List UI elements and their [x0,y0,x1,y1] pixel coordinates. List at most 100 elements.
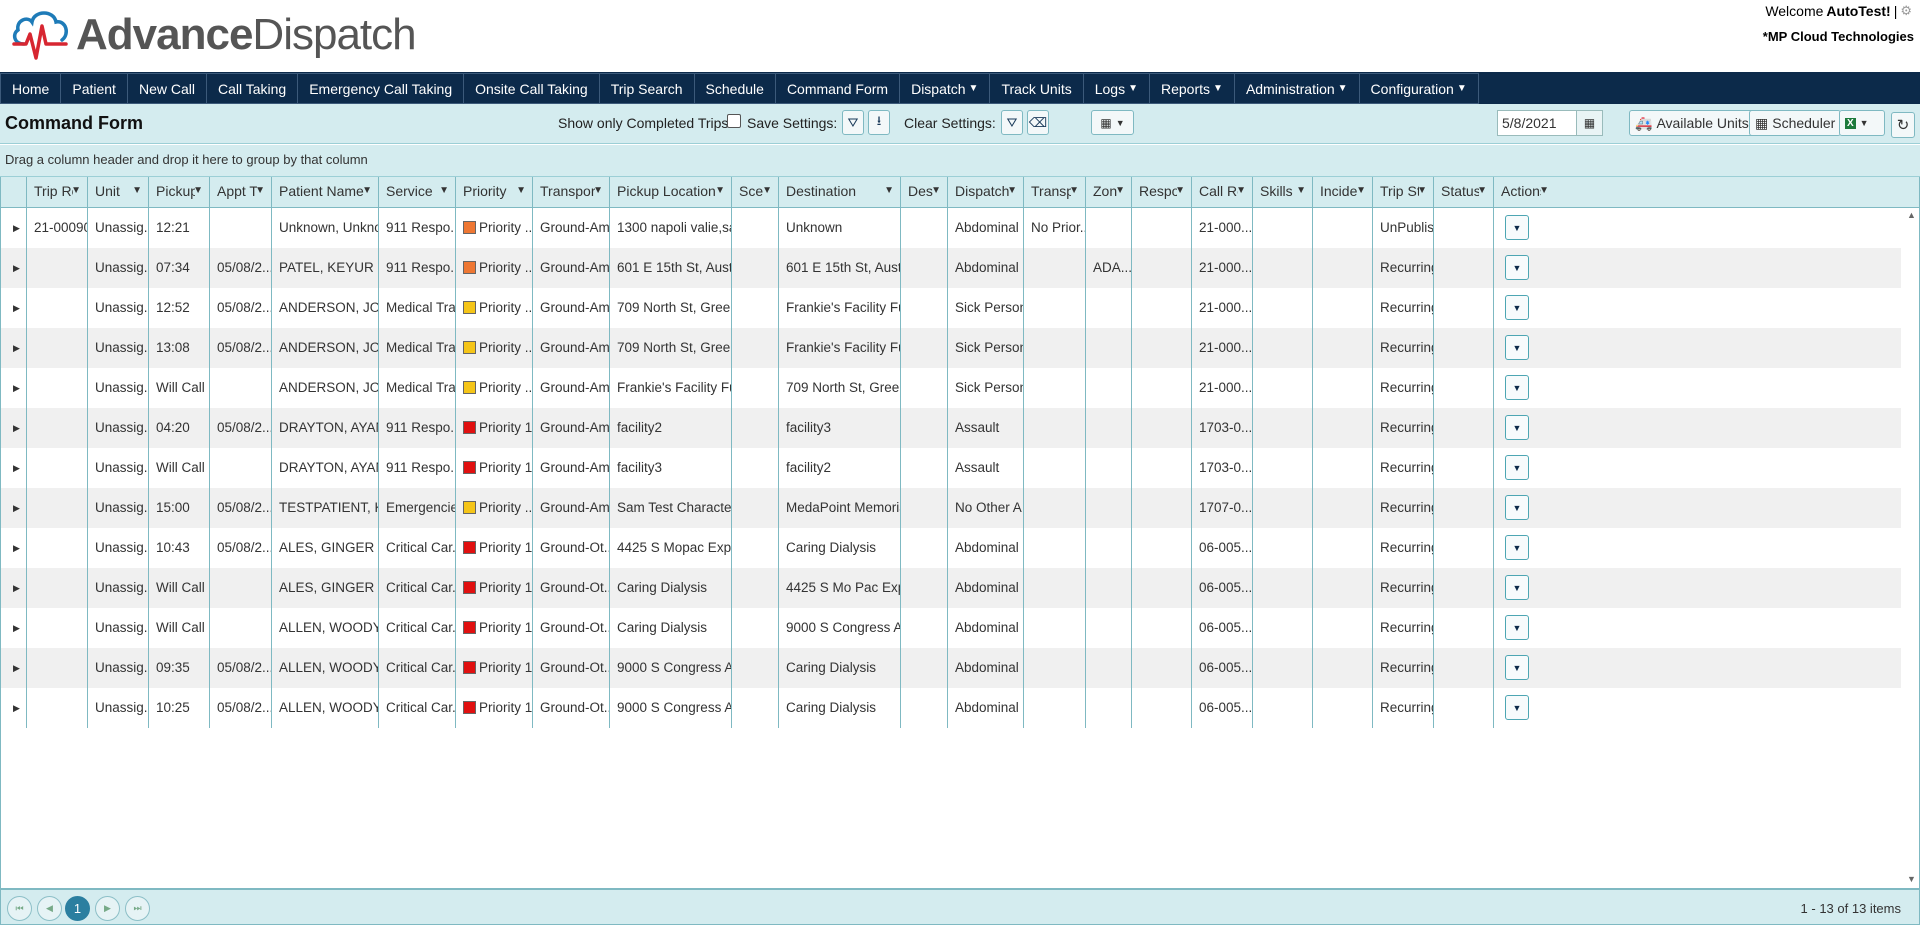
column-menu-chevron-icon[interactable]: ▼ [1236,185,1246,196]
expand-row-icon[interactable]: ▶ [1,648,26,688]
table-row[interactable]: ▶ Unassig...Will Call DRAYTON, AYANA911 Re… [1,448,1901,488]
table-row[interactable]: ▶ Unassig...13:0805/08/2...ANDERSON, JOH.… [1,328,1901,368]
column-header-status[interactable]: Status ▼ [1433,177,1493,208]
column-menu-chevron-icon[interactable]: ▼ [255,185,265,196]
expand-row-icon[interactable]: ▶ [1,568,26,608]
nav-dispatch[interactable]: Dispatch ▼ [900,73,991,104]
nav-call-taking[interactable]: Call Taking [206,73,299,104]
expand-row-icon[interactable]: ▶ [1,448,26,488]
nav-administration[interactable]: Administration ▼ [1234,73,1360,104]
row-actions-button[interactable]: ▼ [1505,535,1529,560]
row-actions-button[interactable]: ▼ [1505,295,1529,320]
table-row[interactable]: ▶ Unassig...10:2505/08/2...ALLEN, WOODYCr… [1,688,1901,728]
column-menu-chevron-icon[interactable]: ▼ [1175,185,1185,196]
column-menu-chevron-icon[interactable]: ▼ [1417,185,1427,196]
column-header-pickup[interactable]: Pickup ▼ [148,177,209,208]
clear-all-button[interactable]: ⌫ [1027,110,1049,135]
nav-emergency-call-taking[interactable]: Emergency Call Taking [298,73,465,104]
first-page-button[interactable]: ⏮ [7,896,32,921]
prev-page-button[interactable]: ◀ [37,896,62,921]
column-header-call-ref[interactable]: Call Re▼ [1191,177,1252,208]
column-menu-chevron-icon[interactable]: ▼ [1007,185,1017,196]
column-header-incident[interactable]: Inciden▼ [1312,177,1372,208]
save-download-button[interactable]: ⭳ [868,110,890,135]
column-header-dispatch-code[interactable]: Dispatch C▼ [947,177,1023,208]
nav-track-units[interactable]: Track Units [990,73,1084,104]
date-picker[interactable]: 5/8/2021 ▦ [1497,110,1603,136]
column-header-priority[interactable]: Priority ▼ [455,177,532,208]
show-completed-checkbox[interactable] [727,114,741,128]
app-logo[interactable]: AdvanceDispatch [10,0,417,70]
nav-configuration[interactable]: Configuration ▼ [1359,73,1479,104]
column-header-expand[interactable] [1,177,26,208]
row-actions-button[interactable]: ▼ [1505,695,1529,720]
table-row[interactable]: ▶ Unassig...04:2005/08/2...DRAYTON, AYANA… [1,408,1901,448]
column-chooser-button[interactable]: ▦ ▼ [1091,110,1134,135]
grouping-drop-area[interactable]: Drag a column header and drop it here to… [0,145,1920,177]
refresh-button[interactable]: ↻ [1891,112,1915,138]
column-header-skills[interactable]: Skills ▼ [1252,177,1312,208]
row-actions-button[interactable]: ▼ [1505,615,1529,640]
column-menu-chevron-icon[interactable]: ▼ [1539,185,1549,196]
table-row[interactable]: ▶21-00090Unassig...12:21 Unknown, Unkno..… [1,208,1901,248]
column-header-response[interactable]: Respor▼ [1131,177,1191,208]
next-page-button[interactable]: ▶ [95,896,120,921]
row-actions-button[interactable]: ▼ [1505,455,1529,480]
save-filter-button[interactable]: ⛛ [842,110,864,135]
row-actions-button[interactable]: ▼ [1505,415,1529,440]
table-row[interactable]: ▶ Unassig...Will Call ANDERSON, JOH...Medi… [1,368,1901,408]
table-row[interactable]: ▶ Unassig...07:3405/08/2...PATEL, KEYUR91… [1,248,1901,288]
expand-row-icon[interactable]: ▶ [1,608,26,648]
row-actions-button[interactable]: ▼ [1505,375,1529,400]
column-menu-chevron-icon[interactable]: ▼ [193,185,203,196]
row-actions-button[interactable]: ▼ [1505,495,1529,520]
expand-row-icon[interactable]: ▶ [1,488,26,528]
column-header-zone[interactable]: Zon ▼ [1085,177,1131,208]
column-header-scene[interactable]: Sce ▼ [731,177,778,208]
column-menu-chevron-icon[interactable]: ▼ [1069,185,1079,196]
column-header-unit[interactable]: Unit ▼ [87,177,148,208]
expand-row-icon[interactable]: ▶ [1,288,26,328]
table-row[interactable]: ▶ Unassig...Will Call ALES, GINGERCritical… [1,568,1901,608]
expand-row-icon[interactable]: ▶ [1,408,26,448]
column-header-appt-time[interactable]: Appt T ▼ [209,177,271,208]
nav-reports[interactable]: Reports ▼ [1150,73,1235,104]
column-menu-chevron-icon[interactable]: ▼ [593,185,603,196]
column-menu-chevron-icon[interactable]: ▼ [1356,185,1366,196]
column-menu-chevron-icon[interactable]: ▼ [884,185,894,196]
row-actions-button[interactable]: ▼ [1505,335,1529,360]
column-menu-chevron-icon[interactable]: ▼ [132,185,142,196]
nav-logs[interactable]: Logs ▼ [1083,73,1150,104]
calendar-icon[interactable]: ▦ [1576,111,1602,135]
scheduler-button[interactable]: ▦ Scheduler [1749,110,1842,136]
expand-row-icon[interactable]: ▶ [1,528,26,568]
row-actions-button[interactable]: ▼ [1505,655,1529,680]
table-row[interactable]: ▶ Unassig...12:5205/08/2...ANDERSON, JOH.… [1,288,1901,328]
settings-gear-icon[interactable]: ⚙ [1900,3,1912,19]
column-menu-chevron-icon[interactable]: ▼ [1477,185,1487,196]
grid-scrollbar[interactable]: ▲ ▼ [1903,208,1919,888]
scroll-up-icon[interactable]: ▲ [1907,210,1916,220]
available-units-button[interactable]: 🚑 Available Units [1629,110,1755,136]
column-header-transport-priority[interactable]: Transpo▼ [1023,177,1085,208]
nav-patient[interactable]: Patient [61,73,128,104]
expand-row-icon[interactable]: ▶ [1,368,26,408]
nav-onsite-call-taking[interactable]: Onsite Call Taking [464,73,600,104]
export-excel-button[interactable]: X ▼ [1839,110,1885,136]
nav-home[interactable]: Home [0,73,62,104]
expand-row-icon[interactable]: ▶ [1,688,26,728]
column-header-pickup-location[interactable]: Pickup Location ▼ [609,177,731,208]
column-menu-chevron-icon[interactable]: ▼ [1115,185,1125,196]
nav-command-form[interactable]: Command Form [775,73,901,104]
expand-row-icon[interactable]: ▶ [1,248,26,288]
expand-row-icon[interactable]: ▶ [1,328,26,368]
table-row[interactable]: ▶ Unassig...Will Call ALLEN, WOODYCritical… [1,608,1901,648]
row-actions-button[interactable]: ▼ [1505,575,1529,600]
column-header-destination[interactable]: Destination ▼ [778,177,900,208]
column-menu-chevron-icon[interactable]: ▼ [762,185,772,196]
column-menu-chevron-icon[interactable]: ▼ [516,185,526,196]
column-header-transport[interactable]: Transport ▼ [532,177,609,208]
nav-new-call[interactable]: New Call [127,73,207,104]
clear-filter-button[interactable]: ⛛ [1001,110,1023,135]
row-actions-button[interactable]: ▼ [1505,215,1529,240]
